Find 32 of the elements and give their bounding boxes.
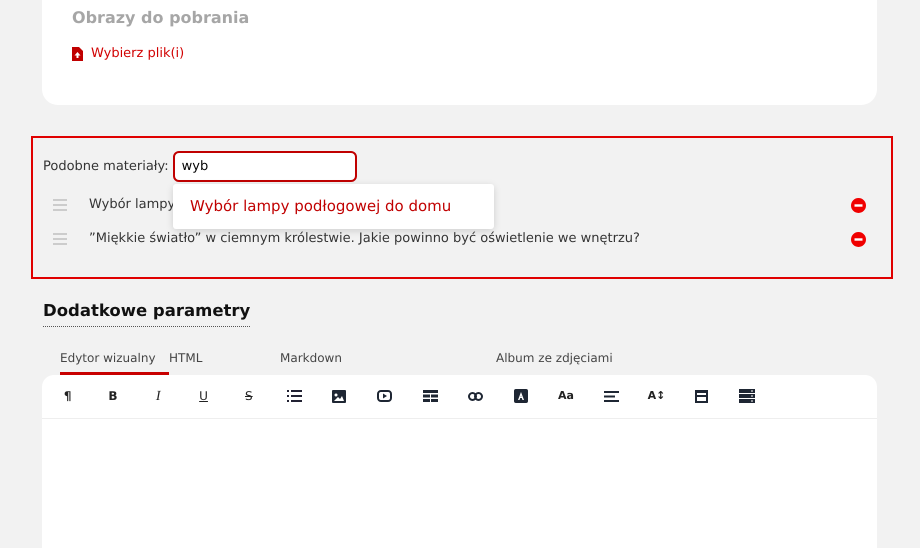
table-icon[interactable] — [422, 390, 438, 402]
tab[interactable]: HTML — [169, 344, 280, 375]
suggestion-item[interactable]: Wybór lampy podłogowej do domu — [173, 184, 494, 228]
tab[interactable]: Markdown — [280, 344, 496, 375]
remove-icon[interactable] — [851, 198, 866, 212]
drag-handle-icon[interactable] — [53, 199, 67, 211]
server-icon[interactable] — [739, 389, 756, 404]
text-color-icon[interactable] — [514, 389, 528, 404]
item-title: ”Miękkie światło” w ciemnym królestwie. Jakie powinno być oświetlenie we wnętrzu? — [89, 230, 640, 248]
toolbar-button[interactable]: S — [226, 374, 272, 418]
toolbar-button[interactable]: I — [136, 374, 181, 418]
tab[interactable]: Album ze zdjęciami — [496, 344, 613, 375]
image-icon[interactable] — [332, 390, 346, 403]
template-icon[interactable] — [695, 390, 708, 403]
toolbar-button[interactable]: U — [180, 374, 226, 418]
section-title: Obrazy do pobrania — [72, 7, 250, 29]
video-icon[interactable] — [377, 390, 392, 402]
drag-handle-icon[interactable] — [53, 233, 67, 245]
item-title: Wybór lampy — [89, 196, 176, 214]
align-icon[interactable] — [604, 390, 619, 402]
section-title: Dodatkowe parametry — [43, 299, 250, 327]
toolbar-button[interactable]: B — [90, 374, 136, 418]
toolbar-button[interactable]: ¶ — [45, 374, 90, 418]
toolbar-button[interactable]: A↕ — [634, 374, 680, 418]
remove-icon[interactable] — [851, 232, 866, 246]
file-upload-icon — [72, 46, 83, 61]
link-icon[interactable] — [468, 392, 483, 401]
toolbar-button[interactable]: Aa — [543, 374, 589, 418]
choose-files-link[interactable]: Wybierz plik(i) — [72, 44, 184, 64]
search-field[interactable]: wyb — [172, 151, 357, 182]
field-label: Podobne materiały: — [43, 158, 169, 176]
list-icon[interactable] — [286, 390, 302, 402]
